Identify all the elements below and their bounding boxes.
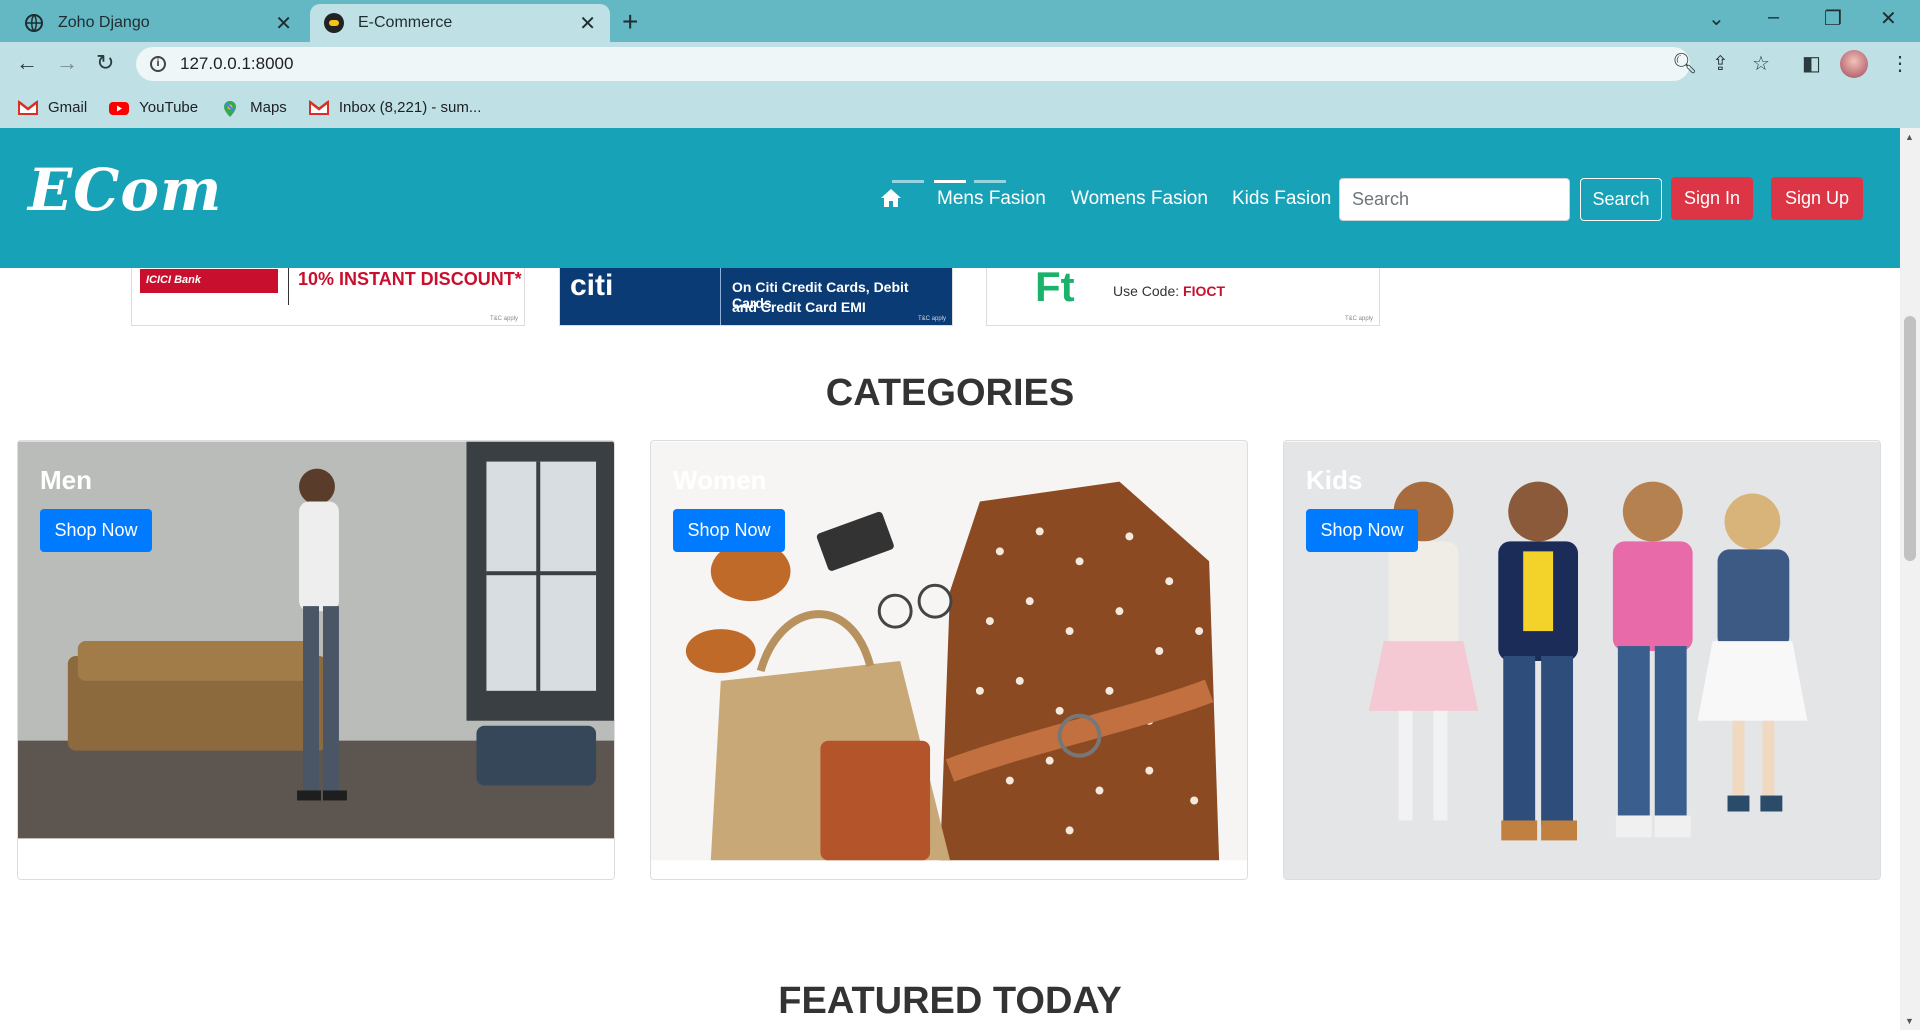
bookmark-inbox[interactable]: Inbox (8,221) - sum...	[308, 99, 482, 116]
kids-category-image	[1284, 441, 1880, 879]
category-title: Kids	[1306, 465, 1363, 495]
site-info-icon[interactable]: i	[150, 56, 166, 72]
offer-line-2: and Credit Card EMI	[732, 299, 866, 315]
offer-note: T&C apply	[1344, 316, 1373, 322]
restore-icon[interactable]: ❐	[1824, 6, 1842, 31]
tab-search-chevron-icon[interactable]: ⌄	[1708, 6, 1725, 31]
bookmark-label: YouTube	[139, 99, 199, 116]
scrollbar-thumb[interactable]	[1904, 316, 1916, 561]
use-code-label: Use Code:	[1113, 283, 1180, 299]
address-bar[interactable]: i 127.0.0.1:8000	[136, 47, 1690, 81]
gmail-icon	[18, 99, 38, 116]
search-button[interactable]: Search	[1580, 178, 1662, 221]
reload-icon[interactable]: ↻	[96, 50, 114, 76]
browser-toolbar: ← → ↻ i 127.0.0.1:8000 🔍︎ ⇪ ☆ ◧ ⋮	[0, 42, 1920, 87]
citi-logo: citi	[570, 269, 614, 302]
men-category-image	[18, 441, 614, 839]
sign-up-button[interactable]: Sign Up	[1771, 177, 1863, 220]
category-card-kids: Kids Shop Now	[1283, 440, 1881, 880]
category-card-men: Men Shop Now	[17, 440, 615, 880]
close-tab-icon[interactable]: ✕	[275, 11, 292, 36]
bookmark-label: Inbox (8,221) - sum...	[338, 99, 482, 116]
carousel-indicator[interactable]	[974, 180, 1006, 183]
forward-arrow-icon[interactable]: →	[56, 50, 78, 76]
promo-code: FIOCT	[1183, 283, 1226, 299]
nav-link-mens[interactable]: Mens Fasion	[937, 188, 1046, 210]
shop-now-button-men[interactable]: Shop Now	[40, 509, 152, 552]
icici-logo: ICICI Bank	[140, 269, 278, 293]
site-navbar: ECom Mens Fasion Womens Fasion Kids Fasi…	[0, 128, 1900, 268]
globe-icon	[24, 13, 44, 33]
scroll-down-arrow-icon[interactable]: ▼	[1905, 1016, 1914, 1026]
offer-text: 10% INSTANT DISCOUNT*	[298, 269, 522, 289]
search-input[interactable]	[1339, 178, 1570, 221]
bookmark-maps[interactable]: Maps	[220, 99, 287, 117]
profile-avatar[interactable]	[1840, 50, 1868, 78]
page-scrollbar[interactable]: ▲ ▼	[1900, 128, 1920, 1030]
shop-now-button-kids[interactable]: Shop Now	[1306, 509, 1418, 552]
categories-heading: CATEGORIES	[825, 372, 1075, 414]
home-icon[interactable]	[880, 188, 902, 208]
close-window-icon[interactable]: ✕	[1880, 6, 1897, 31]
shop-now-button-women[interactable]: Shop Now	[673, 509, 785, 552]
youtube-icon	[109, 100, 130, 116]
carousel-indicator-active[interactable]	[934, 180, 966, 183]
nav-link-womens[interactable]: Womens Fasion	[1071, 188, 1208, 210]
nav-link-kids[interactable]: Kids Fasion	[1232, 188, 1331, 210]
offer-banners: ICICI Bank 10% INSTANT DISCOUNT* T&C app…	[0, 254, 1900, 326]
zoom-icon[interactable]: 🔍︎	[1672, 51, 1697, 76]
bookmark-gmail[interactable]: Gmail	[18, 99, 87, 116]
tab-zoho-django[interactable]: Zoho Django ✕	[10, 4, 306, 42]
offer-note: T&C apply	[917, 316, 946, 322]
sign-in-button[interactable]: Sign In	[1671, 177, 1753, 220]
side-panel-icon[interactable]: ◧	[1802, 51, 1821, 76]
browser-tab-strip: Zoho Django ✕ E-Commerce ✕ + ⌄ – ❐ ✕	[0, 0, 1920, 42]
tab-ecommerce[interactable]: E-Commerce ✕	[310, 4, 610, 42]
minimize-icon[interactable]: –	[1768, 6, 1779, 29]
women-category-image	[651, 441, 1247, 861]
featured-heading: FEATURED TODAY	[778, 980, 1122, 1022]
bookmarks-bar: Gmail YouTube Maps Inbox (8,221) - sum..…	[0, 87, 1920, 128]
tab-title: E-Commerce	[358, 14, 453, 31]
close-tab-icon[interactable]: ✕	[579, 11, 596, 36]
gmail-icon	[308, 99, 329, 116]
category-title: Women	[673, 465, 767, 495]
tab-title: Zoho Django	[58, 14, 150, 31]
site-favicon-icon	[324, 13, 344, 33]
scroll-up-arrow-icon[interactable]: ▲	[1905, 132, 1914, 142]
maps-icon	[220, 100, 240, 117]
offer-note: T&C apply	[489, 316, 518, 322]
ft-logo: Ft	[1035, 263, 1075, 310]
divider	[288, 265, 289, 305]
page-viewport: ECom Mens Fasion Womens Fasion Kids Fasi…	[0, 128, 1900, 1030]
offer-use-code: Use Code: FIOCT	[1113, 283, 1225, 299]
bookmark-youtube[interactable]: YouTube	[109, 99, 198, 116]
bookmark-label: Maps	[250, 99, 287, 116]
back-arrow-icon[interactable]: ←	[16, 50, 38, 76]
address-text: 127.0.0.1:8000	[180, 54, 294, 73]
category-card-women: Women Shop Now	[650, 440, 1248, 880]
carousel-indicator[interactable]	[892, 180, 924, 183]
bank-name: ICICI Bank	[146, 274, 202, 286]
new-tab-icon[interactable]: +	[622, 6, 638, 38]
share-icon[interactable]: ⇪	[1712, 51, 1729, 76]
menu-kebab-icon[interactable]: ⋮	[1890, 51, 1910, 76]
brand-logo[interactable]: ECom	[28, 156, 222, 224]
bookmark-star-icon[interactable]: ☆	[1752, 51, 1770, 76]
bookmark-label: Gmail	[48, 99, 88, 116]
category-title: Men	[40, 465, 92, 495]
